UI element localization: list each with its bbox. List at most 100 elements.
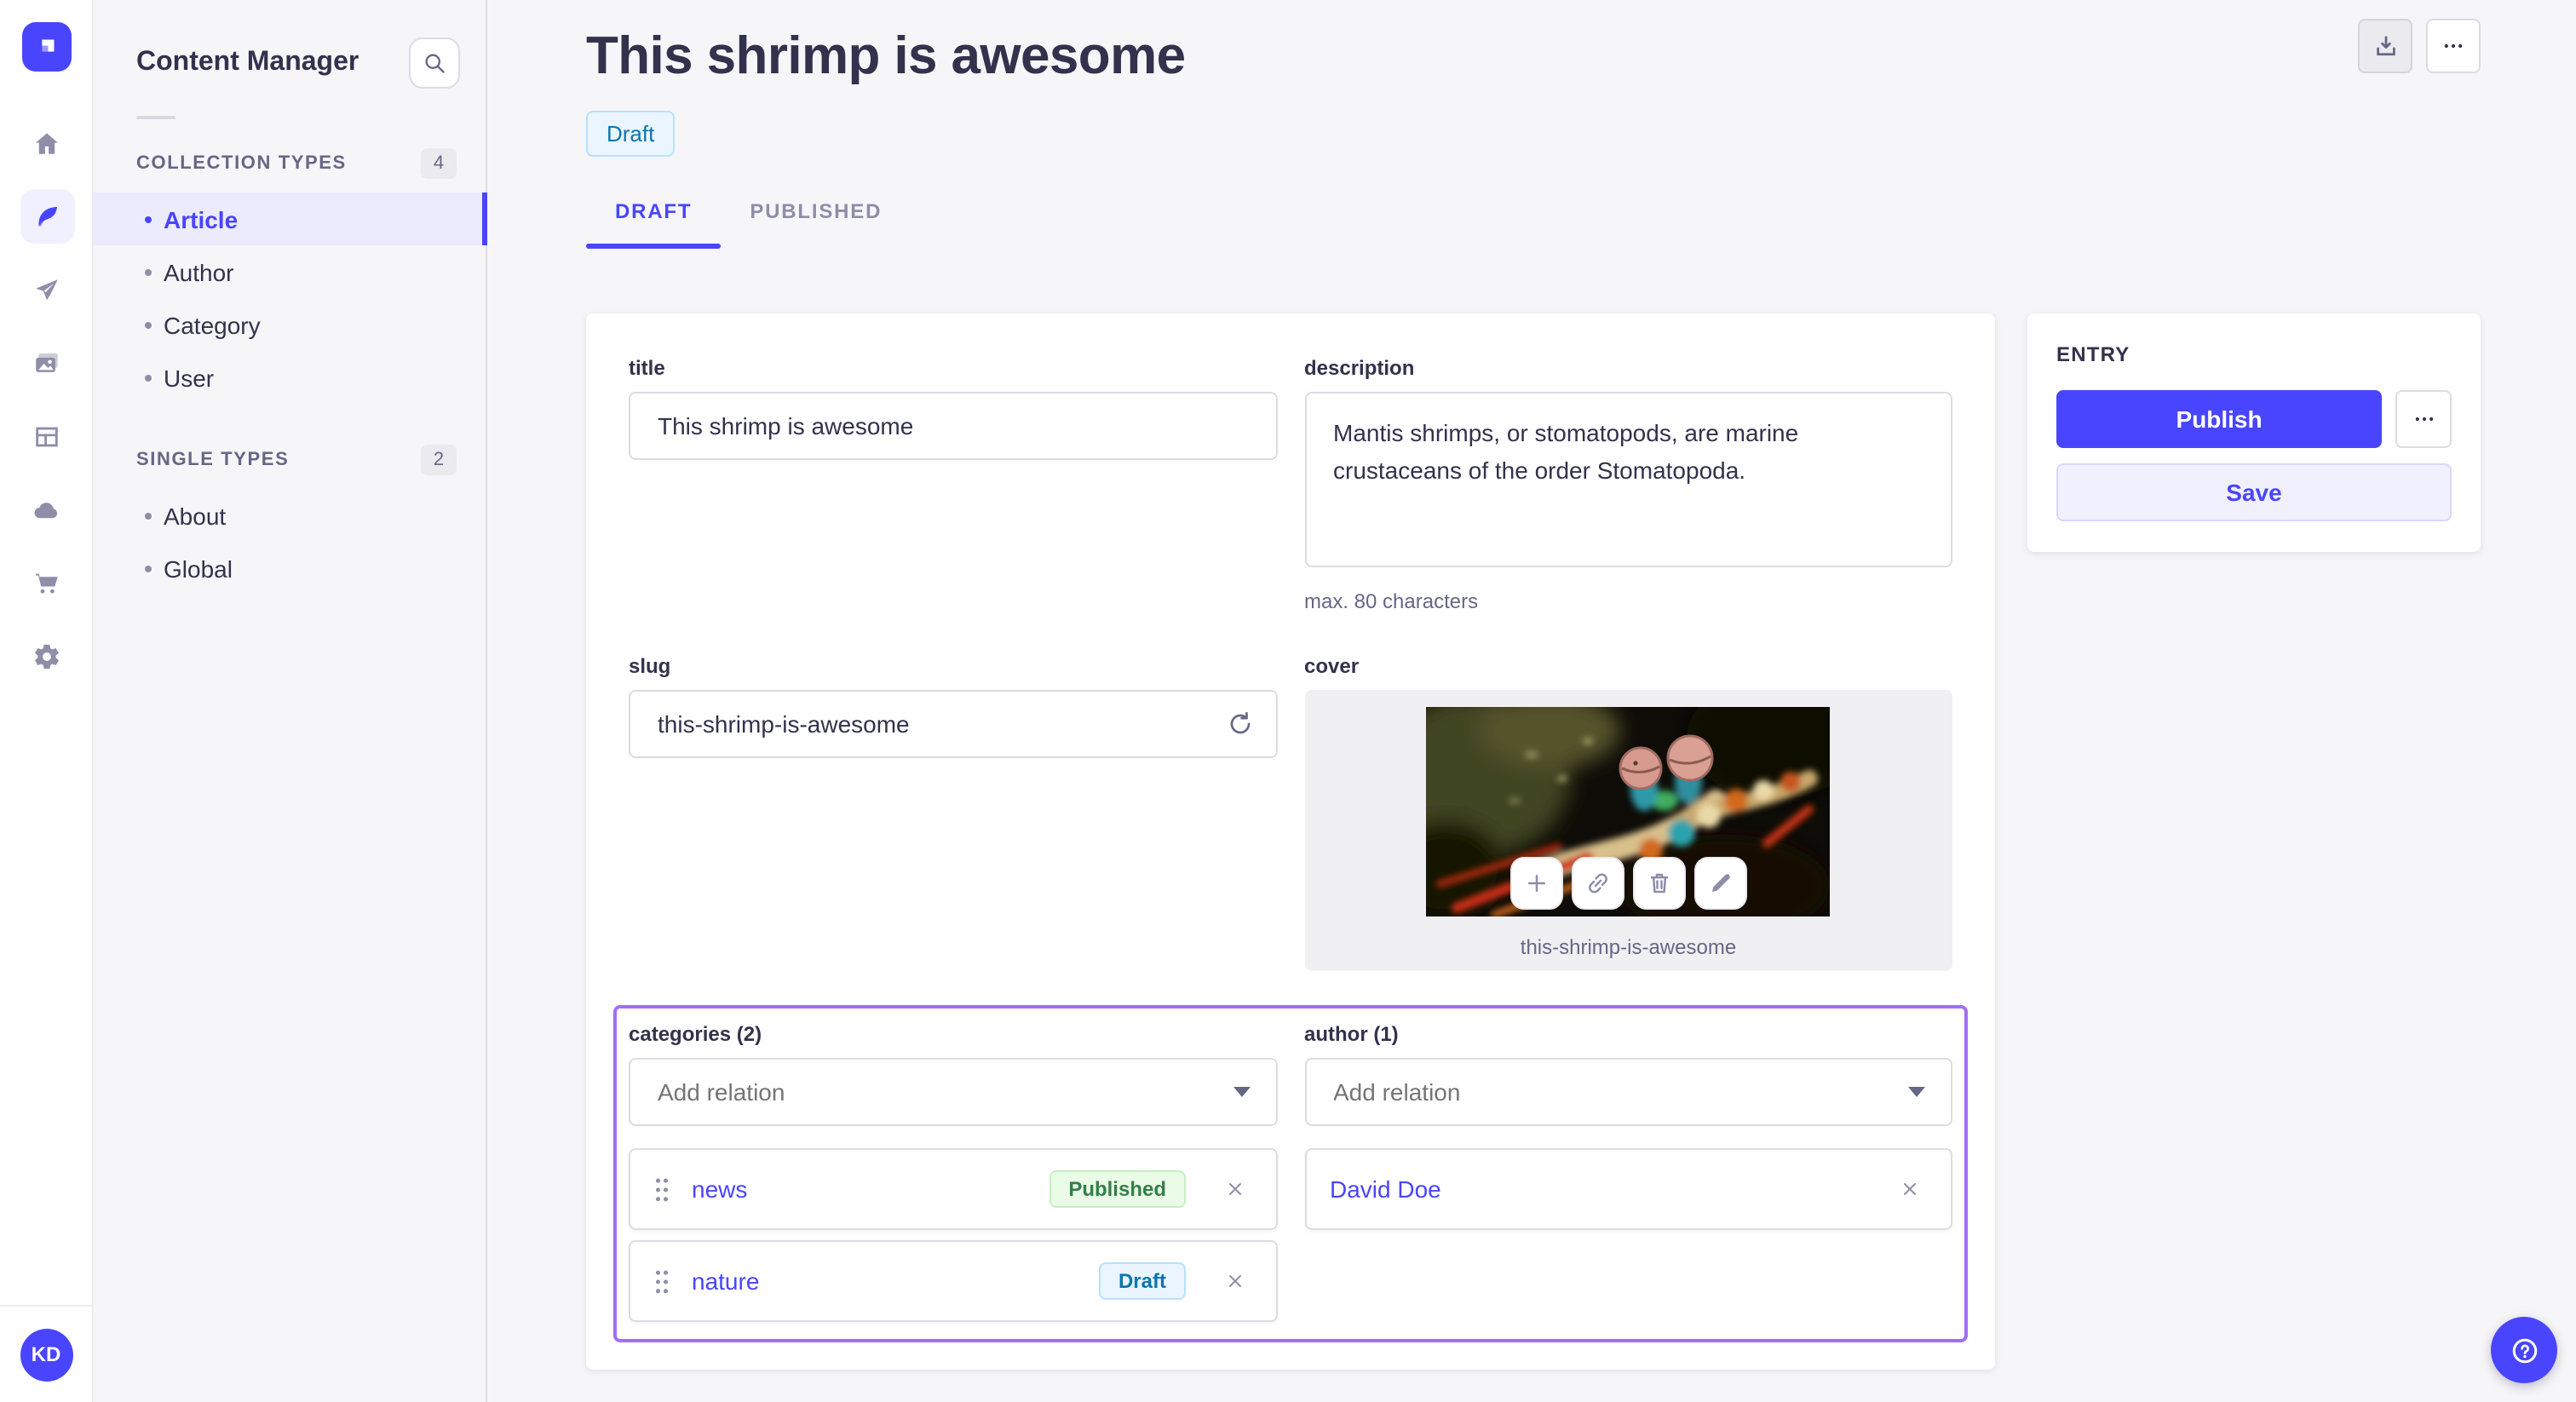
single-types-label: SINGLE TYPES xyxy=(136,450,290,470)
header-actions xyxy=(2358,19,2481,73)
field-description: description Mantis shrimps, or stomatopo… xyxy=(1304,356,1952,613)
entry-panel-title: ENTRY xyxy=(2056,342,2130,366)
sidebar-item-article[interactable]: Article xyxy=(94,192,487,245)
slug-input[interactable] xyxy=(629,690,1277,758)
categories-relation-combobox[interactable] xyxy=(629,1058,1277,1126)
field-title: title xyxy=(629,356,1277,613)
strapi-logo[interactable] xyxy=(22,22,72,72)
relation-link[interactable]: David Doe xyxy=(1330,1175,1860,1203)
relation-status-badge: Draft xyxy=(1099,1262,1185,1300)
main-content: This shrimp is awesome Draft DRAFT PUBLI… xyxy=(487,0,2576,1402)
user-avatar[interactable]: KD xyxy=(20,1328,72,1381)
edit-form-panel: title description Mantis shrimps, or sto… xyxy=(586,313,1995,1370)
slug-label: slug xyxy=(629,654,671,678)
single-types-count: 2 xyxy=(421,445,457,475)
cover-image[interactable] xyxy=(1426,707,1831,916)
sidebar-item-category[interactable]: Category xyxy=(94,298,486,351)
remove-relation-button[interactable] xyxy=(1217,1172,1251,1206)
nav-rail: KD xyxy=(0,0,94,1402)
media-library-icon[interactable] xyxy=(20,336,74,390)
status-badge: Draft xyxy=(586,111,676,157)
author-relation-combobox[interactable] xyxy=(1304,1058,1952,1126)
marketplace-cart-icon[interactable] xyxy=(20,555,74,610)
download-button[interactable] xyxy=(2358,19,2412,73)
sidebar-item-label: Category xyxy=(164,311,261,338)
close-icon xyxy=(1904,1183,1916,1195)
close-icon xyxy=(1228,1183,1240,1195)
cover-copy-link-button[interactable] xyxy=(1571,857,1624,910)
description-textarea[interactable]: Mantis shrimps, or stomatopods, are mari… xyxy=(1304,392,1952,567)
cover-delete-button[interactable] xyxy=(1632,857,1686,910)
rail-footer: KD xyxy=(0,1305,92,1402)
question-mark-icon xyxy=(2511,1337,2537,1363)
version-tabs: DRAFT PUBLISHED xyxy=(586,177,2576,249)
regenerate-slug-button[interactable] xyxy=(1222,707,1256,741)
sidebar-item-user[interactable]: User xyxy=(94,351,486,404)
more-options-icon xyxy=(2444,43,2463,49)
cover-edit-button[interactable] xyxy=(1693,857,1747,910)
entry-more-options-button[interactable] xyxy=(2395,390,2452,448)
remove-relation-button[interactable] xyxy=(1217,1264,1251,1298)
sidebar-title: Content Manager xyxy=(136,48,359,77)
pencil-icon xyxy=(1711,874,1730,892)
collection-types-count: 4 xyxy=(421,148,457,179)
sidebar-divider xyxy=(136,116,175,119)
drag-handle-icon[interactable] xyxy=(654,1176,670,1202)
sidebar-item-label: Author xyxy=(164,258,234,285)
bullet-icon xyxy=(145,215,152,222)
cloud-deploy-icon[interactable] xyxy=(20,482,74,537)
refresh-icon xyxy=(1229,712,1250,734)
close-icon xyxy=(1228,1275,1240,1287)
download-icon xyxy=(2376,35,2395,55)
plus-icon xyxy=(1527,875,1545,892)
settings-gear-icon[interactable] xyxy=(20,629,74,683)
content-manager-sidebar: Content Manager COLLECTION TYPES 4 Artic… xyxy=(94,0,487,1402)
sidebar-item-about[interactable]: About xyxy=(94,489,486,542)
entry-panel: ENTRY Publish Save xyxy=(2027,313,2481,552)
sidebar-item-label: Global xyxy=(164,554,233,582)
more-options-icon xyxy=(2414,417,2433,422)
relation-link[interactable]: nature xyxy=(692,1267,1078,1295)
relations-selection-box: categories (2) news xyxy=(613,1005,1968,1342)
description-hint: max. 80 characters xyxy=(1304,589,1479,613)
help-button[interactable] xyxy=(2491,1317,2557,1383)
content-type-builder-icon[interactable] xyxy=(20,409,74,463)
content-manager-feather-icon[interactable] xyxy=(20,189,74,244)
bullet-icon xyxy=(145,565,152,572)
sidebar-item-label: About xyxy=(164,502,227,529)
releases-paper-plane-icon[interactable] xyxy=(20,262,74,317)
tab-published[interactable]: PUBLISHED xyxy=(721,177,911,249)
field-author: author (1) David Doe xyxy=(1304,1022,1952,1322)
sidebar-item-global[interactable]: Global xyxy=(94,542,486,595)
cover-action-bar xyxy=(1509,857,1747,910)
tab-draft[interactable]: DRAFT xyxy=(586,177,722,249)
title-input[interactable] xyxy=(629,392,1277,460)
header-more-options-button[interactable] xyxy=(2426,19,2481,73)
field-cover: cover this-shrimp-is-awesome xyxy=(1304,654,1952,971)
bullet-icon xyxy=(145,374,152,381)
link-icon xyxy=(1588,873,1607,893)
drag-handle-icon[interactable] xyxy=(654,1268,670,1294)
page-title: This shrimp is awesome xyxy=(586,26,1186,85)
categories-label: categories (2) xyxy=(629,1022,762,1046)
search-button[interactable] xyxy=(409,37,460,89)
bullet-icon xyxy=(145,268,152,275)
strapi-logo-glyph xyxy=(42,39,55,52)
cover-filename: this-shrimp-is-awesome xyxy=(1520,935,1737,959)
relation-link[interactable]: news xyxy=(692,1175,1027,1203)
search-icon xyxy=(425,54,445,73)
sidebar-item-label: Article xyxy=(164,205,239,233)
strapi-app: KD Content Manager COLLECTION TYPES 4 Ar… xyxy=(0,0,2576,1402)
sidebar-item-label: User xyxy=(164,364,215,391)
cover-label: cover xyxy=(1304,654,1360,678)
field-slug: slug xyxy=(629,654,1277,971)
cover-add-button[interactable] xyxy=(1509,857,1563,910)
publish-button[interactable]: Publish xyxy=(2056,390,2382,448)
save-button[interactable]: Save xyxy=(2056,463,2452,521)
sidebar-item-author[interactable]: Author xyxy=(94,245,486,298)
relation-status-badge: Published xyxy=(1049,1170,1185,1208)
home-icon[interactable] xyxy=(20,116,74,170)
field-categories: categories (2) news xyxy=(629,1022,1277,1322)
trash-icon xyxy=(1650,873,1668,893)
remove-relation-button[interactable] xyxy=(1893,1172,1927,1206)
